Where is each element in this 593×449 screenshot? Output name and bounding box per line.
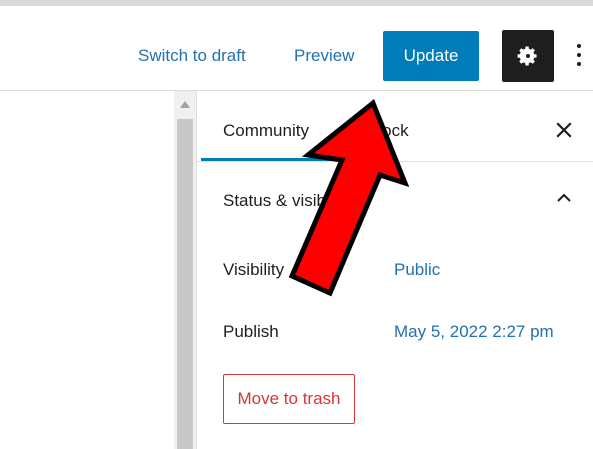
close-sidebar-button[interactable] <box>553 119 575 141</box>
editor-header: Switch to draft Preview Update <box>0 6 593 91</box>
scrollbar-thumb[interactable] <box>177 119 193 449</box>
editor-scrollbar[interactable] <box>174 91 196 449</box>
tab-block[interactable]: Block <box>367 121 409 141</box>
settings-sidebar: Community Block Status & visibility Visi… <box>196 91 593 449</box>
publish-date-button[interactable]: May 5, 2022 2:27 pm <box>394 322 554 342</box>
move-to-trash-button[interactable]: Move to trash <box>223 374 355 424</box>
preview-button[interactable]: Preview <box>294 46 354 66</box>
tabs-divider <box>197 161 593 162</box>
switch-to-draft-button[interactable]: Switch to draft <box>138 46 246 66</box>
tab-community[interactable]: Community <box>223 121 309 141</box>
publish-label: Publish <box>223 322 279 341</box>
vertical-ellipsis-icon <box>577 44 581 48</box>
scroll-up-arrow-icon[interactable] <box>180 101 190 108</box>
update-button[interactable]: Update <box>383 31 479 81</box>
options-menu-button[interactable] <box>572 40 586 70</box>
close-icon <box>556 122 572 138</box>
chevron-up-icon <box>557 193 571 202</box>
status-visibility-panel-title[interactable]: Status & visibility <box>223 191 351 211</box>
panel-toggle-button[interactable] <box>555 191 573 205</box>
visibility-label: Visibility <box>223 260 285 279</box>
vertical-ellipsis-icon <box>577 62 581 66</box>
visibility-value-button[interactable]: Public <box>394 260 440 280</box>
settings-button[interactable] <box>502 30 554 82</box>
vertical-ellipsis-icon <box>577 53 581 57</box>
gear-icon <box>517 46 537 66</box>
